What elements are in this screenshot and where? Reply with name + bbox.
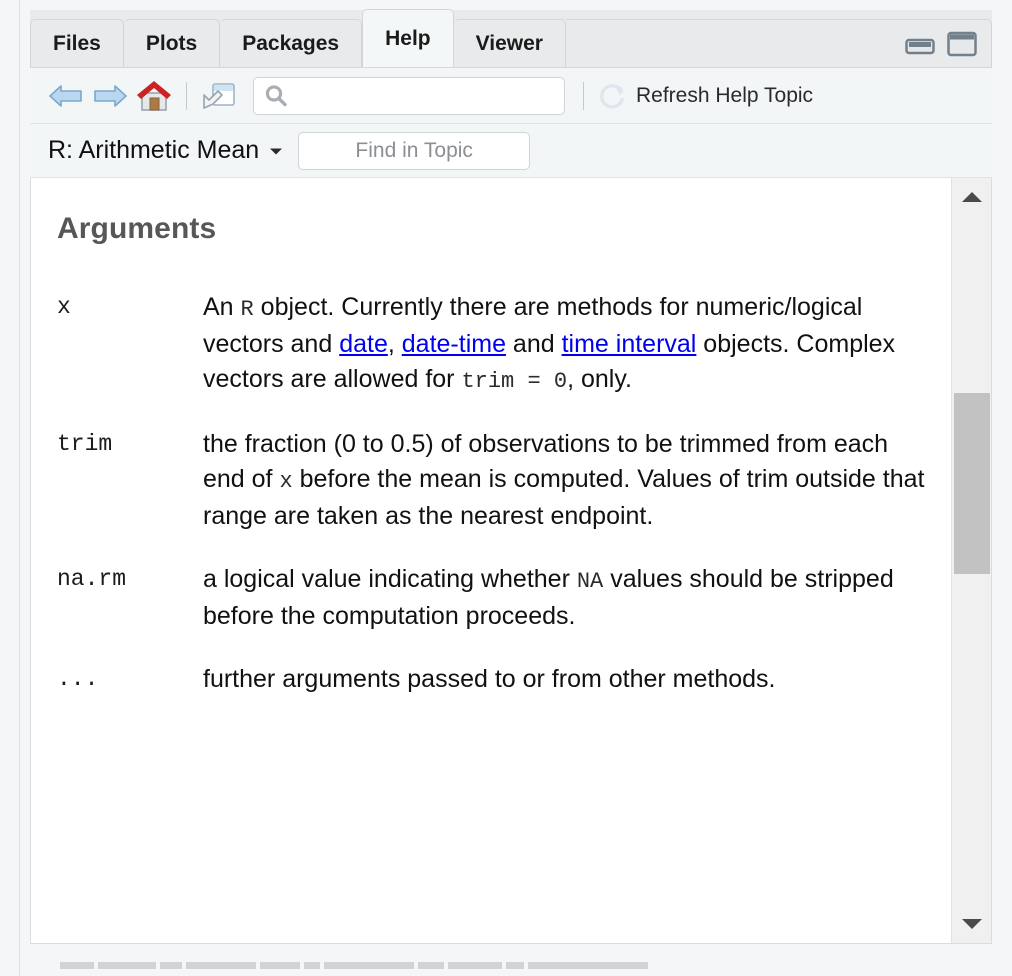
back-arrow-icon bbox=[49, 84, 82, 107]
help-pane: Files Plots Packages Help Viewer Refresh… bbox=[30, 9, 992, 946]
find-in-topic-box[interactable] bbox=[298, 131, 531, 170]
background-pane-hint bbox=[60, 962, 760, 976]
show-in-new-window-icon bbox=[203, 82, 235, 109]
back-button[interactable] bbox=[44, 76, 88, 116]
text-run: , bbox=[387, 330, 402, 358]
page-title: Arguments bbox=[57, 212, 217, 245]
help-content-area: Arguments x An R object. Currently there … bbox=[30, 178, 992, 944]
tab-viewer[interactable]: Viewer bbox=[453, 19, 566, 67]
toolbar-separator-2 bbox=[583, 81, 584, 110]
argument-name: ... bbox=[57, 666, 99, 692]
argument-description: An R object. Currently there are methods… bbox=[203, 290, 935, 399]
argument-row: x An R object. Currently there are method… bbox=[57, 290, 935, 399]
tab-strip: Files Plots Packages Help Viewer bbox=[30, 9, 566, 67]
search-box[interactable] bbox=[253, 76, 565, 115]
text-run: An bbox=[203, 293, 241, 321]
pane-tab-bar: Files Plots Packages Help Viewer bbox=[30, 9, 992, 68]
refresh-icon bbox=[600, 83, 624, 109]
refresh-help-topic-label[interactable]: Refresh Help Topic bbox=[636, 84, 813, 108]
home-icon bbox=[137, 80, 171, 111]
argument-description: further arguments passed to or from othe… bbox=[203, 662, 935, 697]
scroll-down-button[interactable] bbox=[952, 909, 991, 939]
refresh-help-topic-button[interactable] bbox=[594, 76, 630, 116]
arguments-list: x An R object. Currently there are method… bbox=[57, 290, 935, 697]
minimize-icon bbox=[905, 38, 935, 54]
help-link[interactable]: time interval bbox=[562, 330, 697, 358]
argument-name: x bbox=[57, 294, 71, 320]
argument-row: ... further arguments passed to or from o… bbox=[57, 662, 935, 697]
topic-title: R: Arithmetic Mean bbox=[48, 136, 260, 164]
argument-name: trim bbox=[57, 431, 113, 457]
scrollbar-thumb[interactable] bbox=[954, 393, 990, 575]
tab-viewer-label: Viewer bbox=[475, 31, 543, 55]
forward-button[interactable] bbox=[88, 76, 132, 116]
minimize-pane-button[interactable] bbox=[905, 33, 935, 55]
text-run: , only. bbox=[567, 365, 632, 393]
vertical-scrollbar[interactable] bbox=[951, 178, 991, 943]
text-run: further arguments passed to or from othe… bbox=[203, 665, 776, 693]
argument-description: a logical value indicating whether NA va… bbox=[203, 562, 935, 634]
inline-code: R bbox=[240, 297, 254, 322]
chevron-down-icon bbox=[270, 148, 283, 154]
rstudio-help-pane-screenshot: Files Plots Packages Help Viewer Refresh… bbox=[0, 0, 1012, 976]
argument-name: na.rm bbox=[57, 566, 127, 592]
tab-help[interactable]: Help bbox=[362, 9, 454, 67]
find-in-topic-input[interactable] bbox=[299, 137, 530, 164]
search-input[interactable] bbox=[295, 83, 549, 108]
home-button[interactable] bbox=[132, 76, 176, 116]
argument-row: na.rm a logical value indicating whether … bbox=[57, 562, 935, 634]
help-toolbar: Refresh Help Topic bbox=[30, 68, 992, 124]
tab-plots[interactable]: Plots bbox=[123, 19, 221, 67]
maximize-pane-button[interactable] bbox=[947, 31, 977, 57]
help-link[interactable]: date bbox=[339, 330, 388, 358]
scroll-up-arrow-icon bbox=[962, 192, 982, 202]
topic-bar: R: Arithmetic Mean bbox=[30, 124, 992, 178]
tab-files[interactable]: Files bbox=[30, 19, 124, 67]
topic-dropdown-button[interactable] bbox=[268, 145, 284, 157]
scroll-up-button[interactable] bbox=[952, 182, 991, 212]
show-in-new-window-button[interactable] bbox=[197, 76, 241, 116]
inline-code: trim = 0 bbox=[461, 369, 568, 394]
argument-description: the fraction (0 to 0.5) of observations … bbox=[203, 427, 935, 534]
search-icon bbox=[265, 84, 287, 106]
maximize-icon bbox=[947, 31, 977, 56]
text-run: a logical value indicating whether bbox=[203, 565, 577, 593]
toolbar-separator-1 bbox=[186, 81, 187, 110]
forward-arrow-icon bbox=[94, 84, 127, 107]
text-run: before the mean is computed. Values of t… bbox=[203, 465, 925, 530]
tab-packages[interactable]: Packages bbox=[220, 19, 363, 67]
left-pane-divider bbox=[0, 0, 20, 976]
argument-row: trim the fraction (0 to 0.5) of observati… bbox=[57, 427, 935, 534]
tab-files-label: Files bbox=[53, 31, 101, 55]
scroll-down-arrow-icon bbox=[962, 919, 982, 929]
tab-packages-label: Packages bbox=[242, 31, 340, 55]
text-run: and bbox=[505, 330, 562, 358]
help-document: Arguments x An R object. Currently there … bbox=[31, 178, 951, 943]
inline-code: x bbox=[279, 469, 293, 494]
inline-code: NA bbox=[576, 569, 604, 594]
tab-bar-filler bbox=[565, 19, 992, 67]
help-link[interactable]: date-time bbox=[402, 330, 506, 358]
tab-plots-label: Plots bbox=[145, 31, 198, 55]
tab-help-label: Help bbox=[385, 26, 431, 50]
